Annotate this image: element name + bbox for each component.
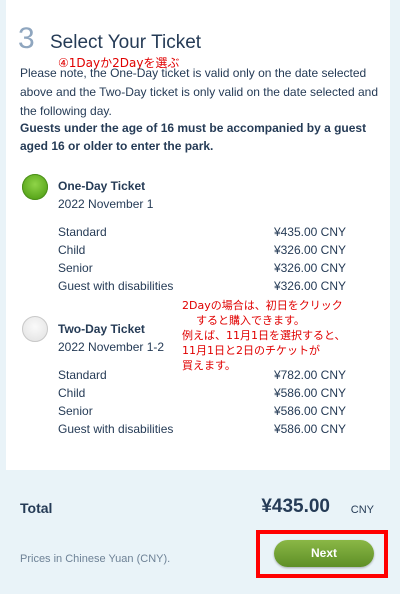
annotation-line: 例えば、11月1日を選択すると、 [182,329,346,342]
age-rule-note: Guests under the age of 16 must be accom… [20,121,367,153]
total-currency: CNY [350,504,374,516]
currency-note: Prices in Chinese Yuan (CNY). [20,553,171,565]
price-label: Child [58,243,86,257]
annotation-two-day: 2Dayの場合は、初日をクリック すると購入できます。 例えば、11月1日を選択… [182,298,382,373]
total-label: Total [20,500,53,516]
price-value: ¥326.00 CNY [273,243,346,257]
total-amount: ¥435.00 [261,496,330,517]
one-day-ticket-date: 2022 November 1 [58,197,154,211]
price-label: Senior [58,261,93,275]
price-value: ¥435.00 CNY [273,225,346,239]
ticket-selection-panel: 3 Select Your Ticket ④1Dayか2Dayを選ぶ Pleas… [6,0,390,594]
price-value: ¥586.00 CNY [273,404,346,418]
price-value: ¥586.00 CNY [273,386,346,400]
ticket-content: 3 Select Your Ticket ④1Dayか2Dayを選ぶ Pleas… [6,0,390,470]
price-label: Senior [58,404,93,418]
two-day-ticket-title[interactable]: Two-Day Ticket [58,322,145,336]
one-day-radio[interactable] [22,174,48,200]
next-button[interactable]: Next [274,540,374,567]
price-value: ¥326.00 CNY [273,279,346,293]
price-value: ¥586.00 CNY [273,422,346,436]
price-label: Standard [58,225,107,239]
price-label: Child [58,386,86,400]
annotation-line: すると購入できます。 [196,314,305,327]
one-day-ticket-title[interactable]: One-Day Ticket [58,179,145,193]
price-label: Guest with disabilities [58,422,174,436]
step-number: 3 [18,22,35,55]
order-footer: Total ¥435.00 CNY Prices in Chinese Yuan… [6,470,390,594]
price-label: Guest with disabilities [58,279,174,293]
annotation-line: 11月1日と2日のチケットが [182,344,320,357]
two-day-ticket-date: 2022 November 1-2 [58,340,165,354]
two-day-radio[interactable] [22,316,48,342]
price-value: ¥326.00 CNY [273,261,346,275]
annotation-line: 2Dayの場合は、初日をクリック [182,299,343,312]
step-title: Select Your Ticket [50,32,202,53]
validity-note: Please note, the One-Day ticket is valid… [20,66,379,118]
price-label: Standard [58,368,107,382]
price-value: ¥782.00 CNY [273,368,346,382]
